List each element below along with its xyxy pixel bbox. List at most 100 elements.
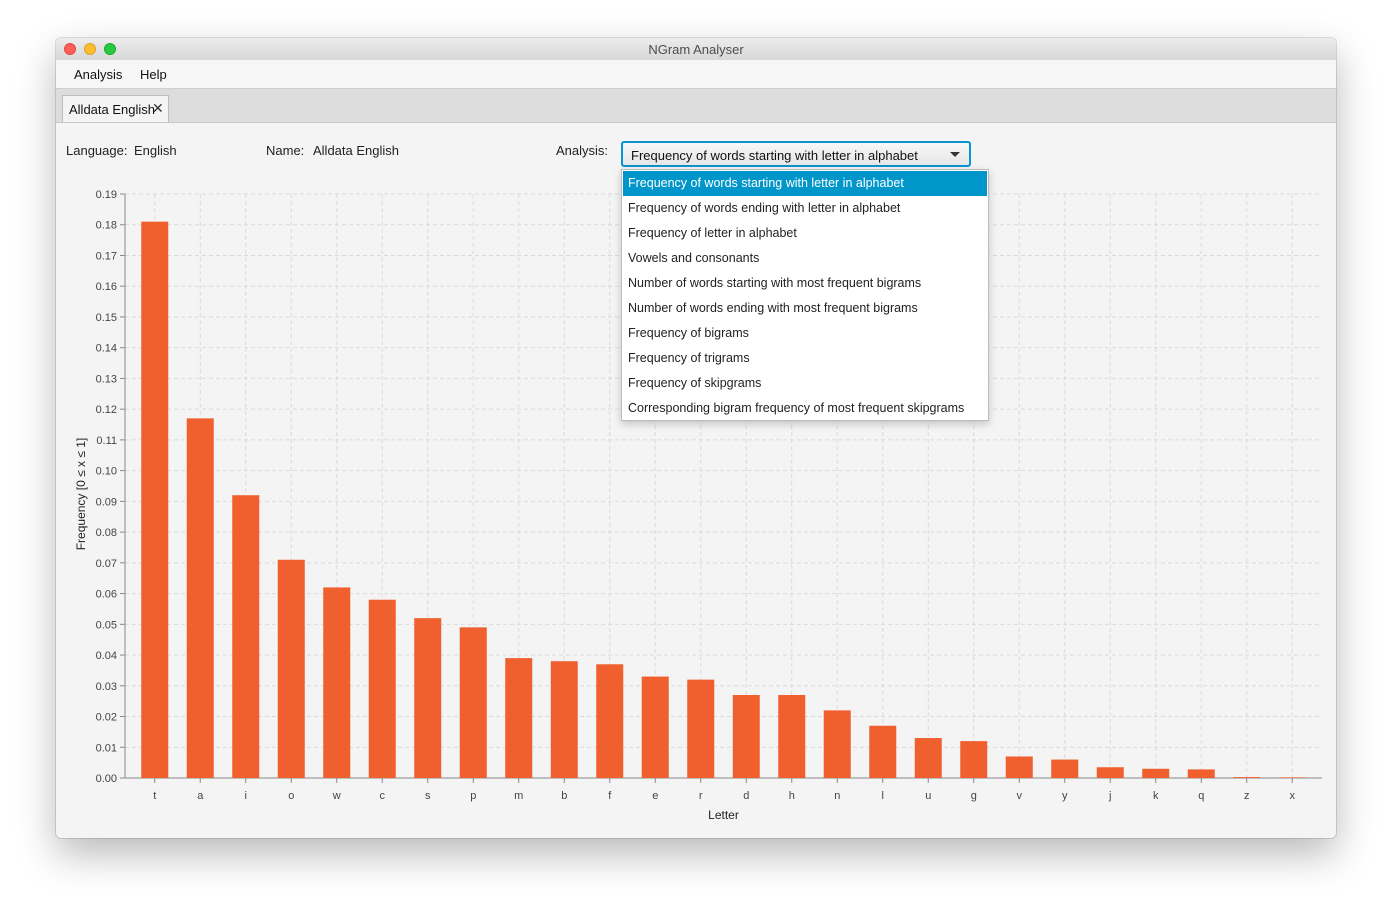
y-tick-label: 0.00	[96, 773, 117, 785]
bar-u	[914, 738, 942, 778]
x-tick-label: v	[1017, 790, 1023, 802]
y-tick-label: 0.02	[96, 712, 117, 724]
bar-c	[368, 599, 396, 778]
title-bar: NGram Analyser	[56, 38, 1336, 61]
x-tick-label: r	[699, 790, 703, 802]
y-tick-label: 0.11	[96, 435, 117, 447]
bar-s	[414, 618, 442, 778]
bar-t	[141, 221, 169, 779]
y-tick-label: 0.13	[96, 373, 117, 385]
y-tick-label: 0.18	[96, 220, 117, 232]
chevron-down-icon	[950, 152, 960, 157]
analysis-label: Analysis:	[556, 143, 609, 158]
analysis-option[interactable]: Frequency of words ending with letter in…	[623, 196, 987, 221]
y-tick-label: 0.06	[96, 589, 117, 601]
tab-alldata-english[interactable]: Alldata English ✕	[62, 95, 169, 122]
bar-o	[277, 559, 305, 778]
x-tick-label: k	[1153, 790, 1159, 802]
x-tick-label: x	[1290, 790, 1296, 802]
analysis-option[interactable]: Vowels and consonants	[623, 246, 987, 271]
y-axis-title: Frequency [0 ≤ x ≤ 1]	[74, 438, 88, 551]
analysis-option[interactable]: Frequency of words starting with letter …	[623, 171, 987, 196]
language-label: Language:	[66, 143, 128, 158]
x-tick-label: t	[153, 790, 156, 802]
analysis-option[interactable]: Number of words starting with most frequ…	[623, 271, 987, 296]
language-value: English	[134, 143, 177, 158]
analysis-options-popup: Frequency of words starting with letter …	[621, 169, 989, 421]
analysis-select-value: Frequency of words starting with letter …	[631, 148, 918, 163]
bar-q	[1187, 769, 1215, 778]
x-tick-label: p	[470, 790, 476, 802]
name-value: Alldata English	[313, 143, 399, 158]
x-tick-label: z	[1244, 790, 1250, 802]
bar-v	[1005, 756, 1033, 778]
bar-m	[505, 658, 533, 778]
analysis-option[interactable]: Frequency of bigrams	[623, 321, 987, 346]
bar-j	[1096, 767, 1124, 778]
x-tick-label: e	[652, 790, 658, 802]
x-tick-label: a	[197, 790, 204, 802]
menu-bar: Analysis Help	[56, 60, 1336, 89]
bar-f	[596, 664, 624, 778]
x-axis-title: Letter	[708, 808, 739, 822]
x-tick-label: c	[380, 790, 386, 802]
y-tick-label: 0.01	[96, 742, 117, 754]
x-tick-label: b	[561, 790, 567, 802]
x-tick-label: g	[971, 790, 977, 802]
bar-e	[641, 676, 669, 778]
y-tick-label: 0.09	[96, 496, 117, 508]
y-tick-label: 0.08	[96, 527, 117, 539]
x-tick-label: j	[1108, 790, 1111, 802]
y-tick-label: 0.07	[96, 558, 117, 570]
window-title: NGram Analyser	[648, 42, 744, 57]
bar-a	[186, 418, 214, 778]
tab-bar: Alldata English ✕	[56, 89, 1336, 123]
x-tick-label: m	[514, 790, 523, 802]
bar-p	[459, 627, 487, 778]
x-tick-label: y	[1062, 790, 1068, 802]
menu-help[interactable]: Help	[140, 67, 167, 82]
y-tick-label: 0.14	[96, 343, 117, 355]
x-tick-label: d	[743, 790, 749, 802]
bar-d	[732, 695, 760, 778]
tab-label: Alldata English	[69, 102, 155, 117]
bar-n	[823, 710, 851, 778]
analysis-option[interactable]: Frequency of letter in alphabet	[623, 221, 987, 246]
analysis-option[interactable]: Frequency of skipgrams	[623, 371, 987, 396]
bar-b	[550, 661, 578, 778]
close-tab-icon[interactable]: ✕	[152, 100, 164, 117]
x-tick-label: f	[608, 790, 612, 802]
bar-z	[1233, 777, 1261, 778]
analysis-option[interactable]: Frequency of trigrams	[623, 346, 987, 371]
y-tick-label: 0.12	[96, 404, 117, 416]
bar-i	[232, 495, 260, 778]
y-tick-label: 0.10	[96, 466, 117, 478]
y-tick-label: 0.16	[96, 281, 117, 293]
x-tick-label: w	[332, 790, 341, 802]
y-tick-label: 0.05	[96, 619, 117, 631]
bar-r	[687, 679, 715, 778]
bar-y	[1051, 759, 1079, 778]
x-tick-label: l	[882, 790, 884, 802]
analysis-select[interactable]: Frequency of words starting with letter …	[621, 141, 971, 167]
app-window: NGram Analyser Analysis Help Alldata Eng…	[56, 38, 1336, 838]
x-tick-label: o	[288, 790, 294, 802]
y-tick-label: 0.04	[96, 650, 117, 662]
x-tick-label: q	[1198, 790, 1204, 802]
y-tick-label: 0.17	[96, 250, 117, 262]
analysis-option[interactable]: Number of words ending with most frequen…	[623, 296, 987, 321]
bar-w	[323, 587, 351, 778]
bar-x	[1278, 777, 1306, 778]
analysis-option[interactable]: Corresponding bigram frequency of most f…	[623, 396, 987, 421]
y-tick-label: 0.19	[96, 189, 117, 201]
name-label: Name:	[266, 143, 305, 158]
x-tick-label: u	[925, 790, 931, 802]
y-tick-label: 0.15	[96, 312, 117, 324]
x-tick-label: i	[245, 790, 247, 802]
x-tick-label: n	[834, 790, 840, 802]
x-tick-label: s	[425, 790, 431, 802]
x-tick-label: h	[789, 790, 795, 802]
y-tick-label: 0.03	[96, 681, 117, 693]
menu-analysis[interactable]: Analysis	[74, 67, 122, 82]
bar-h	[778, 695, 806, 778]
